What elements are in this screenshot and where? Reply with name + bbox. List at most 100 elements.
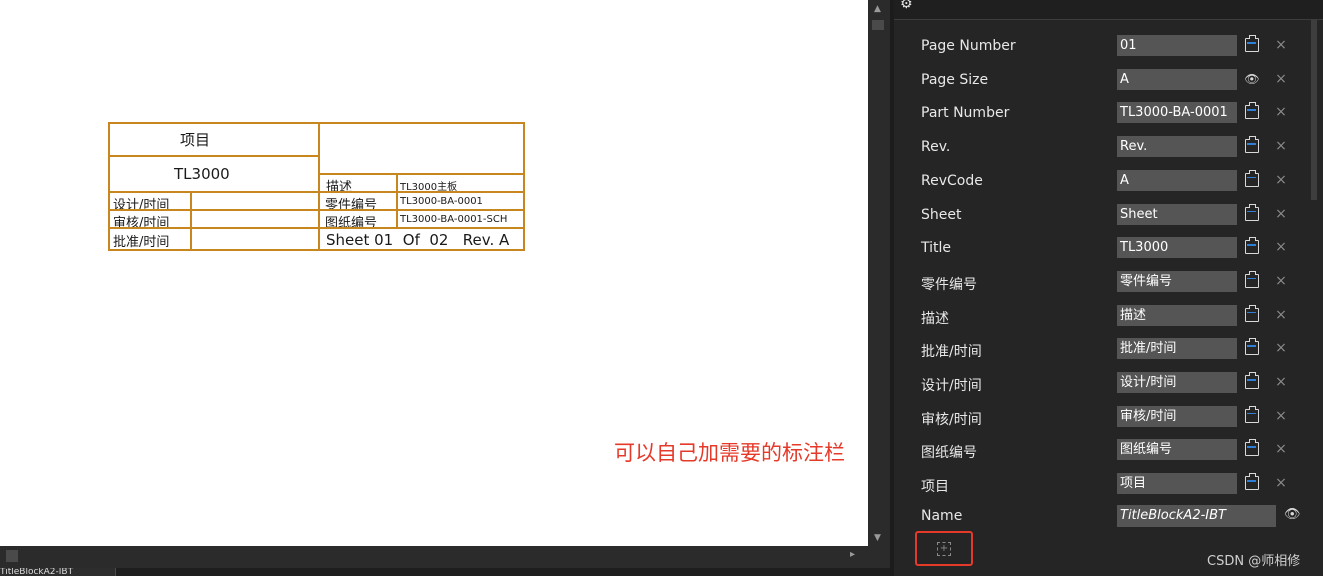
approve-label: 批准/时间: [113, 235, 170, 250]
drawing-number-value: TL3000-BA-0001-SCH: [400, 214, 508, 225]
property-value-field[interactable]: 零件编号: [1117, 270, 1237, 292]
clipboard-icon[interactable]: [1241, 136, 1263, 156]
property-label: Page Size: [921, 71, 989, 88]
delete-icon[interactable]: ×: [1274, 305, 1288, 325]
property-label: 批准/时间: [921, 344, 982, 361]
property-label: Rev.: [921, 139, 951, 156]
panel-header: ⚙: [894, 0, 1323, 20]
clipboard-icon[interactable]: [1241, 338, 1263, 358]
delete-icon[interactable]: ×: [1274, 372, 1288, 392]
property-row: 项目 项目 ×: [894, 467, 1304, 501]
vertical-scroll-thumb[interactable]: [872, 20, 884, 30]
property-value-field[interactable]: TL3000: [1117, 237, 1237, 259]
delete-icon[interactable]: ×: [1274, 204, 1288, 224]
design-value-cell: [190, 191, 320, 211]
property-label: 项目: [921, 479, 949, 496]
delete-icon[interactable]: ×: [1274, 473, 1288, 493]
property-row: 审核/时间 审核/时间 ×: [894, 400, 1304, 434]
properties-panel: ⚙ Page Number 01 × Page Size A 👁 × Part Number T…: [894, 0, 1323, 576]
property-label: 描述: [921, 310, 949, 327]
clipboard-icon[interactable]: [1241, 237, 1263, 257]
delete-icon[interactable]: ×: [1274, 271, 1288, 291]
delete-icon[interactable]: ×: [1274, 406, 1288, 426]
drawing-number-label-cell: 图纸编号: [318, 209, 398, 229]
delete-icon[interactable]: ×: [1274, 102, 1288, 122]
horizontal-scrollbar[interactable]: ▸: [0, 546, 890, 568]
description-label-cell: 描述: [318, 173, 398, 193]
delete-icon[interactable]: ×: [1274, 35, 1288, 55]
property-row: RevCode A ×: [894, 164, 1304, 198]
gear-icon[interactable]: ⚙: [900, 0, 913, 12]
design-label-cell: 设计/时间: [108, 191, 192, 211]
approve-value-cell: [190, 227, 320, 251]
schematic-canvas[interactable]: 项目 TL3000 描述 TL3000主板 设计/时间 零件编号 TL3000-…: [0, 0, 868, 546]
clipboard-icon[interactable]: [1241, 169, 1263, 190]
title-block[interactable]: 项目 TL3000 描述 TL3000主板 设计/时间 零件编号 TL3000-…: [108, 122, 525, 251]
property-label: RevCode: [921, 172, 983, 189]
add-icon: +: [937, 542, 951, 556]
delete-icon[interactable]: ×: [1274, 69, 1288, 89]
property-value-field[interactable]: 描述: [1117, 304, 1237, 326]
name-field[interactable]: TitleBlockA2-IBT: [1117, 505, 1276, 527]
clipboard-icon[interactable]: [1241, 35, 1263, 55]
clipboard-icon[interactable]: [1241, 102, 1263, 122]
review-label-cell: 审核/时间: [108, 209, 192, 229]
eye-icon[interactable]: 👁: [1284, 507, 1301, 522]
property-label: 设计/时间: [921, 378, 982, 394]
delete-icon[interactable]: ×: [1274, 439, 1288, 459]
document-tab[interactable]: TitleBlockA2-IBT: [0, 568, 116, 576]
vertical-scrollbar[interactable]: ▲ ▼: [868, 0, 890, 546]
project-label: 项目: [180, 131, 211, 149]
add-parameter-button[interactable]: +: [915, 531, 973, 566]
property-value-field[interactable]: Rev.: [1117, 136, 1237, 158]
property-value-field[interactable]: 图纸编号: [1117, 439, 1237, 461]
property-row: 图纸编号 图纸编号 ×: [894, 433, 1304, 467]
scroll-down-arrow-icon[interactable]: ▼: [874, 533, 881, 543]
property-value-field[interactable]: 审核/时间: [1117, 405, 1237, 427]
property-value-field[interactable]: TL3000-BA-0001: [1117, 102, 1237, 124]
scroll-up-arrow-icon[interactable]: ▲: [874, 4, 881, 14]
project-value: TL3000: [174, 165, 230, 183]
part-number-label-cell: 零件编号: [318, 191, 398, 211]
clipboard-icon[interactable]: [1241, 439, 1263, 459]
property-row: Title TL3000 ×: [894, 231, 1304, 265]
property-row: 描述 描述 ×: [894, 299, 1304, 333]
property-label: 图纸编号: [921, 445, 977, 462]
clipboard-icon[interactable]: [1241, 372, 1263, 392]
horizontal-scroll-thumb[interactable]: [6, 550, 18, 562]
property-row: Rev. Rev. ×: [894, 130, 1304, 164]
property-label: Title: [921, 240, 952, 257]
property-label: 审核/时间: [921, 411, 982, 428]
property-row: Page Size A 👁 ×: [894, 63, 1304, 97]
property-value-field[interactable]: A: [1117, 68, 1237, 90]
delete-icon[interactable]: ×: [1274, 338, 1288, 358]
sheet-text: Sheet 01 Of 02 Rev. A: [326, 231, 510, 249]
clipboard-icon[interactable]: [1241, 203, 1263, 224]
property-row: 零件编号 零件编号 ×: [894, 265, 1304, 299]
delete-icon[interactable]: ×: [1274, 237, 1288, 257]
delete-icon[interactable]: ×: [1274, 170, 1288, 190]
clipboard-icon[interactable]: [1241, 473, 1263, 493]
property-value-field[interactable]: Sheet: [1117, 203, 1237, 225]
property-label: Part Number: [921, 105, 1010, 122]
clipboard-icon[interactable]: [1241, 405, 1263, 426]
logo-cell: [318, 122, 525, 175]
annotation-note: 可以自己加需要的标注栏: [614, 441, 845, 465]
scroll-right-arrow-icon[interactable]: ▸: [850, 549, 855, 560]
clipboard-icon[interactable]: [1241, 270, 1263, 291]
property-value-field[interactable]: 01: [1117, 35, 1237, 56]
property-value-field[interactable]: 项目: [1117, 473, 1237, 495]
delete-icon[interactable]: ×: [1274, 136, 1288, 156]
property-value-field[interactable]: 设计/时间: [1117, 372, 1237, 393]
property-label: Sheet: [921, 206, 962, 223]
property-row: 设计/时间 设计/时间 ×: [894, 366, 1304, 400]
property-label: 零件编号: [921, 276, 977, 293]
property-value-field[interactable]: 批准/时间: [1117, 338, 1237, 360]
property-value-field[interactable]: A: [1117, 169, 1237, 191]
part-number-value: TL3000-BA-0001: [400, 196, 483, 207]
panel-scrollbar[interactable]: [1311, 20, 1317, 200]
eye-icon[interactable]: 👁: [1241, 69, 1263, 89]
approve-label-cell: 批准/时间: [108, 227, 192, 251]
clipboard-icon[interactable]: [1241, 304, 1263, 325]
property-row: Page Number 01 ×: [894, 29, 1304, 63]
